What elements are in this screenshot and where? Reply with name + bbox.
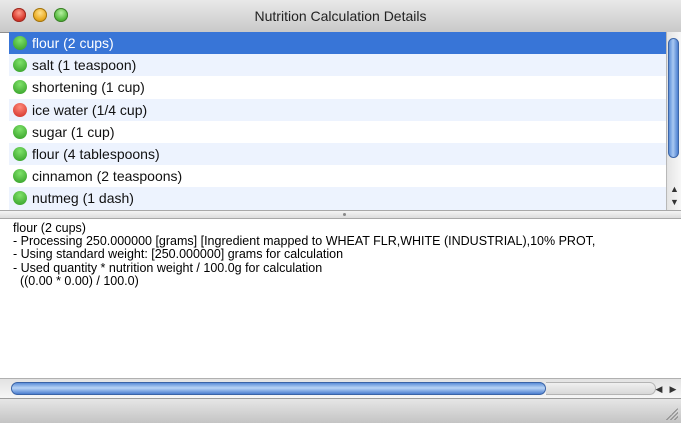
check-circle-icon xyxy=(13,191,27,206)
ingredient-row[interactable]: shortening (1 cup) xyxy=(9,76,666,98)
ingredient-label: flour (4 tablespoons) xyxy=(32,145,160,162)
detail-line: ((0.00 * 0.00) / 100.0) xyxy=(13,273,139,288)
detail-line: - Used quantity * nutrition weight / 100… xyxy=(13,260,323,275)
ingredient-label: shortening (1 cup) xyxy=(32,79,145,96)
resize-grip-icon[interactable] xyxy=(666,408,678,420)
nutrition-window: Nutrition Calculation Details flour (2 c… xyxy=(0,0,681,423)
scroll-right-arrow-icon[interactable]: ▶ xyxy=(666,381,680,397)
ingredient-label: salt (1 teaspoon) xyxy=(32,57,137,74)
splitter-grip-icon xyxy=(343,213,346,216)
check-circle-icon xyxy=(13,124,27,139)
pane-splitter[interactable] xyxy=(0,210,681,219)
scroll-up-arrow-icon[interactable]: ▲ xyxy=(667,183,681,196)
ingredient-row[interactable]: salt (1 teaspoon) xyxy=(9,54,666,77)
check-circle-icon xyxy=(13,80,27,95)
ingredient-label: cinnamon (2 teaspoons) xyxy=(32,168,183,185)
ingredient-row[interactable]: sugar (1 cup) xyxy=(9,121,666,143)
scroll-down-arrow-icon[interactable]: ▼ xyxy=(667,196,681,209)
check-circle-icon xyxy=(13,146,27,161)
scroll-left-arrow-icon[interactable]: ◀ xyxy=(652,381,666,397)
horizontal-scrollbar-track[interactable] xyxy=(546,382,656,395)
ingredient-row[interactable]: ice water (1/4 cup) xyxy=(9,98,666,121)
horizontal-scrollbar[interactable]: ◀ ▶ xyxy=(0,378,681,398)
ingredient-list[interactable]: flour (2 cups) salt (1 teaspoon) shortenin… xyxy=(9,32,666,210)
minus-circle-icon xyxy=(13,102,27,117)
check-circle-icon xyxy=(13,36,27,50)
detail-line: - Using standard weight: [250.000000] gr… xyxy=(13,247,344,262)
ingredient-row[interactable]: nutmeg (1 dash) xyxy=(9,187,666,210)
window-title: Nutrition Calculation Details xyxy=(254,8,427,24)
ingredient-label: ice water (1/4 cup) xyxy=(32,101,148,118)
check-circle-icon xyxy=(13,58,27,73)
ingredient-row[interactable]: cinnamon (2 teaspoons) xyxy=(9,165,666,187)
list-scrollbar[interactable]: ▲ ▼ xyxy=(666,32,681,210)
horizontal-scrollbar-thumb[interactable] xyxy=(11,382,546,395)
title-bar[interactable]: Nutrition Calculation Details xyxy=(0,0,681,33)
ingredient-row[interactable]: flour (4 tablespoons) xyxy=(9,142,666,166)
list-scrollbar-thumb[interactable] xyxy=(668,38,679,158)
bottom-bar xyxy=(0,398,681,423)
ingredient-label: nutmeg (1 dash) xyxy=(32,190,134,207)
ingredient-row[interactable]: flour (2 cups) xyxy=(9,32,666,55)
check-circle-icon xyxy=(13,169,27,184)
ingredient-label: sugar (1 cup) xyxy=(32,123,115,140)
calculation-details-text[interactable]: flour (2 cups) - Processing 250.000000 [g… xyxy=(13,222,681,377)
ingredient-label: flour (2 cups) xyxy=(32,35,114,51)
